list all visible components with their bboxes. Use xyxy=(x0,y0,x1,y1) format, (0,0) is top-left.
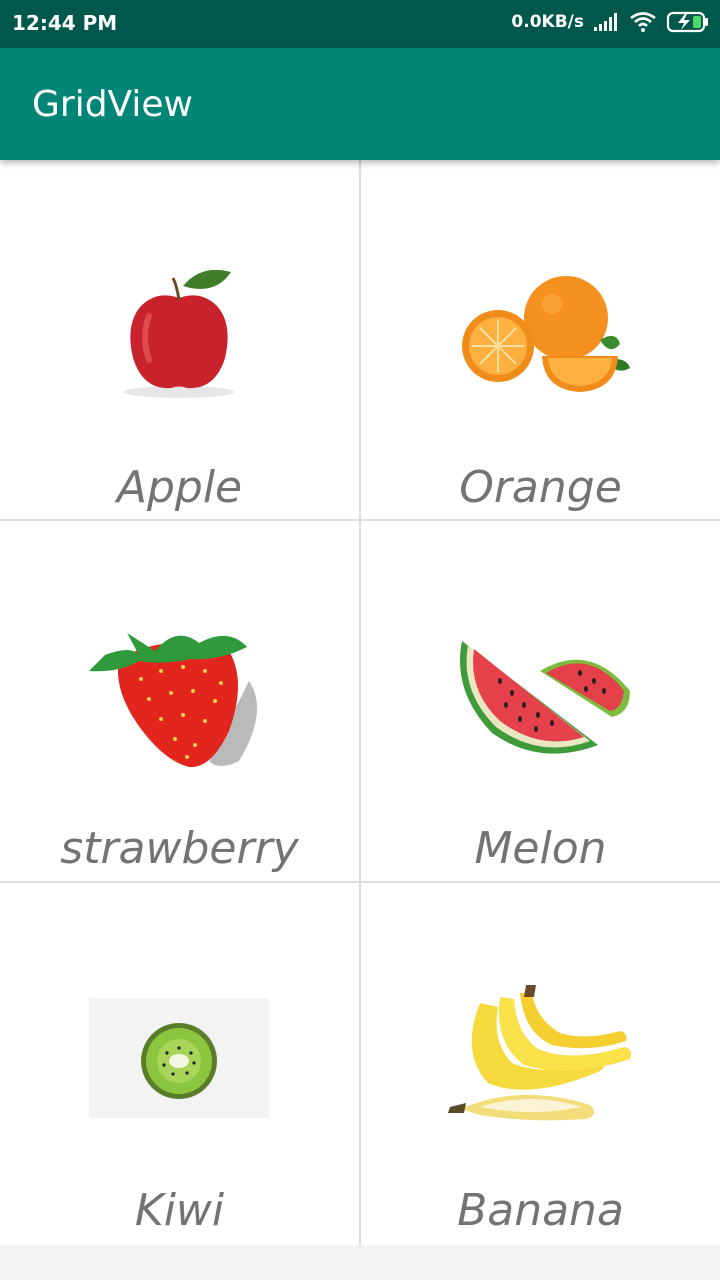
grid-item-banana[interactable]: Banana xyxy=(361,883,720,1243)
signal-icon xyxy=(594,13,617,31)
apple-icon xyxy=(124,269,234,398)
fruit-label: Orange xyxy=(459,462,622,513)
grid-item-strawberry[interactable]: strawberry xyxy=(0,521,359,881)
status-bar: 12:44 PM 0.0KB/s xyxy=(0,0,720,48)
grid-item-melon[interactable]: Melon xyxy=(361,521,720,881)
strawberry-icon xyxy=(89,633,257,768)
status-indicators: 0.0KB/s xyxy=(511,11,710,33)
fruit-label: Apple xyxy=(116,462,243,513)
battery-charging-icon xyxy=(666,11,708,33)
banana-icon xyxy=(448,985,632,1121)
bottom-empty-area xyxy=(0,1245,720,1280)
wifi-icon xyxy=(630,12,656,32)
melon-icon xyxy=(460,641,630,754)
status-time: 12:44 PM xyxy=(12,11,118,35)
fruit-label: Kiwi xyxy=(134,1185,225,1236)
app-bar: GridView xyxy=(0,48,720,160)
network-speed: 0.0KB/s xyxy=(511,12,584,32)
grid-item-apple[interactable]: Apple xyxy=(0,160,359,520)
fruit-label: Banana xyxy=(457,1185,624,1236)
fruit-label: strawberry xyxy=(60,823,299,874)
page-title: GridView xyxy=(32,84,193,125)
grid-item-orange[interactable]: Orange xyxy=(361,160,720,520)
orange-icon xyxy=(462,276,630,392)
kiwi-icon xyxy=(89,998,269,1118)
grid-item-kiwi[interactable]: Kiwi xyxy=(0,883,359,1243)
fruit-grid: Apple Orange strawberry Melon Kiwi Banan… xyxy=(0,160,720,1245)
fruit-label: Melon xyxy=(474,823,607,874)
